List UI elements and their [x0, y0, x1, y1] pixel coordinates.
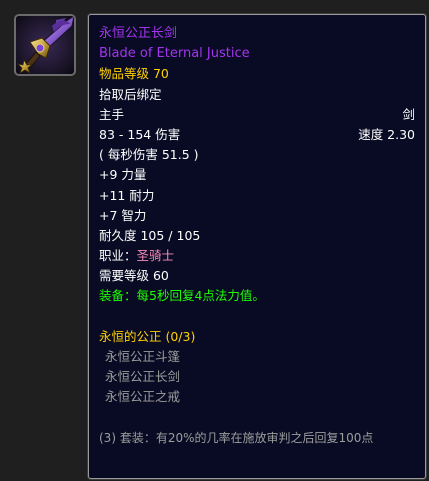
item-slot: 主手	[99, 106, 125, 122]
required-level: 需要等级 60	[99, 268, 169, 284]
class-requirement: 职业：圣骑士	[99, 246, 415, 266]
stat-strength: +9 力量	[99, 167, 147, 183]
set-item-blade: 永恒公正长剑	[105, 369, 181, 385]
class-label: 职业：	[99, 248, 137, 264]
stat-stamina: +11 耐力	[99, 187, 155, 203]
durability: 耐久度 105 / 105	[99, 227, 201, 243]
weapon-type: 剑	[402, 106, 415, 122]
item-name-en: Blade of Eternal Justice	[99, 46, 250, 62]
item-level: 物品等级 70	[99, 66, 169, 82]
set-item-cloak: 永恒公正斗篷	[105, 349, 181, 364]
sword-item-icon[interactable]	[14, 14, 76, 76]
slot-row: 主手 剑	[99, 105, 415, 125]
item-tooltip: 永恒公正长剑 Blade of Eternal Justice 物品等级 70 …	[88, 14, 426, 479]
class-name: 圣骑士	[136, 248, 175, 264]
set-bonus: (3) 套装：有20%的几率在施放审判之后回复100点	[99, 430, 374, 445]
game-screen: 永恒公正长剑 Blade of Eternal Justice 物品等级 70 …	[0, 0, 429, 481]
equip-effect: 装备：每5秒回复4点法力值。	[99, 288, 265, 304]
weapon-speed: 速度 2.30	[358, 126, 415, 142]
weapon-dps: ( 每秒伤害 51.5 )	[99, 147, 199, 163]
bind-type: 拾取后绑定	[99, 86, 162, 102]
set-item-ring: 永恒公正之戒	[105, 389, 181, 405]
item-name-cn: 永恒公正长剑	[99, 26, 178, 41]
stat-intellect: +7 智力	[99, 207, 147, 223]
set-title: 永恒的公正 (0/3)	[99, 328, 196, 344]
damage-row: 83 - 154 伤害 速度 2.30	[99, 125, 415, 145]
weapon-damage: 83 - 154 伤害	[99, 126, 181, 142]
